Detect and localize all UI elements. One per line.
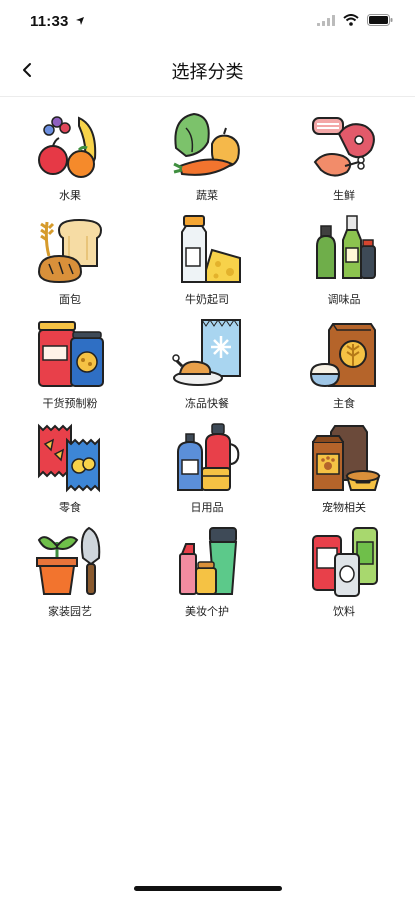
category-beverage[interactable]: 饮料 xyxy=(276,520,412,624)
category-vegetable[interactable]: 蔬菜 xyxy=(139,104,275,208)
beauty-care-icon xyxy=(179,527,238,595)
category-label: 调味品 xyxy=(327,293,361,306)
category-label: 生鲜 xyxy=(333,189,355,202)
condiment-icon xyxy=(316,215,376,279)
wifi-icon xyxy=(343,14,359,26)
frozen-food-icon xyxy=(172,319,241,386)
staple-food-icon xyxy=(309,323,376,388)
category-snack[interactable]: 零食 xyxy=(2,416,138,520)
vegetable-icon xyxy=(173,112,240,176)
home-garden-icon xyxy=(36,526,101,595)
bread-icon xyxy=(37,218,103,284)
category-beauty-care[interactable]: 美妆个护 xyxy=(139,520,275,624)
category-label: 蔬菜 xyxy=(196,189,218,202)
category-label: 日用品 xyxy=(190,501,224,514)
milk-cheese-icon xyxy=(181,215,241,283)
category-label: 主食 xyxy=(333,397,355,410)
category-condiment[interactable]: 调味品 xyxy=(276,208,412,312)
dry-goods-icon xyxy=(38,321,104,387)
location-arrow-icon xyxy=(75,17,84,25)
daily-goods-icon xyxy=(177,423,240,491)
status-icons xyxy=(317,14,393,26)
category-fresh-meat[interactable]: 生鲜 xyxy=(276,104,412,208)
category-frozen-food[interactable]: 冻品快餐 xyxy=(139,312,275,416)
category-label: 美妆个护 xyxy=(185,605,229,618)
category-label: 牛奶起司 xyxy=(185,293,229,306)
category-staple-food[interactable]: 主食 xyxy=(276,312,412,416)
snack-icon xyxy=(38,423,100,493)
category-pet-supplies[interactable]: 宠物相关 xyxy=(276,416,412,520)
category-label: 家装园艺 xyxy=(48,605,92,618)
signal-icon xyxy=(317,14,335,26)
fruit-icon xyxy=(38,116,97,178)
category-daily-goods[interactable]: 日用品 xyxy=(139,416,275,520)
fresh-meat-icon xyxy=(312,117,375,177)
category-label: 面包 xyxy=(59,293,81,306)
category-dry-goods[interactable]: 干货预制粉 xyxy=(2,312,138,416)
beverage-icon xyxy=(312,527,378,597)
category-label: 饮料 xyxy=(333,605,355,618)
status-time: 11:33 xyxy=(30,13,85,30)
category-label: 冻品快餐 xyxy=(185,397,229,410)
status-bar: 11:33 xyxy=(0,0,415,44)
home-indicator[interactable] xyxy=(134,886,282,891)
battery-icon xyxy=(367,14,393,26)
category-bread[interactable]: 面包 xyxy=(2,208,138,312)
category-label: 宠物相关 xyxy=(322,501,366,514)
nav-bar: 选择分类 xyxy=(0,44,415,97)
category-label: 零食 xyxy=(59,501,81,514)
pet-supplies-icon xyxy=(312,425,381,491)
category-fruit[interactable]: 水果 xyxy=(2,104,138,208)
page-title: 选择分类 xyxy=(171,62,244,83)
category-label: 水果 xyxy=(59,189,81,202)
category-label: 干货预制粉 xyxy=(42,397,98,410)
category-home-garden[interactable]: 家装园艺 xyxy=(2,520,138,624)
category-milk-cheese[interactable]: 牛奶起司 xyxy=(139,208,275,312)
